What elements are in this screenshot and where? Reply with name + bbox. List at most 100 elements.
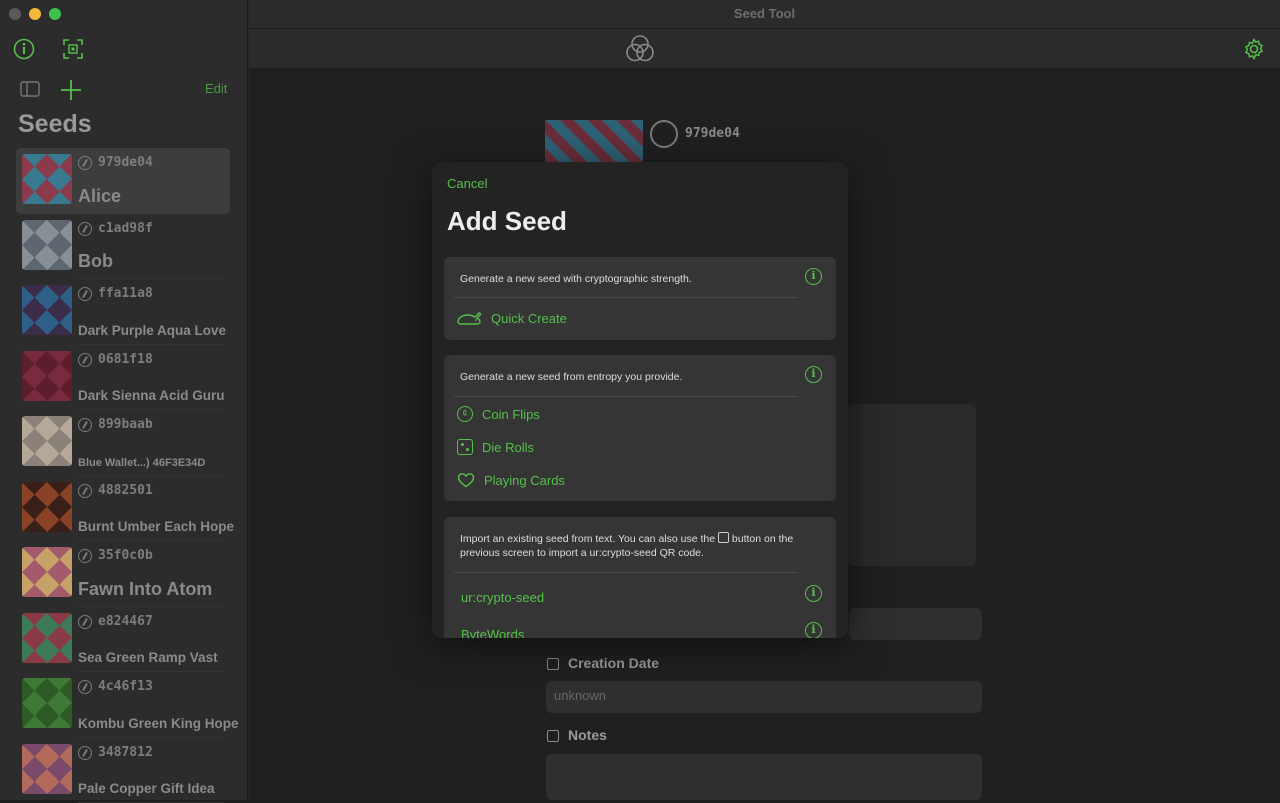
- seed-list-item[interactable]: 3487812 Pale Copper Gift Idea: [16, 738, 230, 803]
- seed-thumbnail: [22, 678, 72, 728]
- seed-list-item[interactable]: 4882501Burnt Umber Each Hope: [16, 476, 230, 542]
- divider: [454, 572, 798, 573]
- detail-panel: [848, 404, 976, 566]
- coin-icon: ¢: [457, 406, 473, 422]
- seed-id: e824467: [98, 614, 153, 629]
- seed-thumbnail: [22, 547, 72, 597]
- seed-id: ffa11a8: [98, 286, 153, 301]
- add-seed-sheet: Cancel Add Seed Generate a new seed with…: [432, 162, 848, 638]
- settings-gear-icon[interactable]: [1243, 38, 1265, 60]
- playing-cards-button[interactable]: Playing Cards: [457, 472, 565, 488]
- quick-create-card: Generate a new seed with cryptographic s…: [444, 257, 836, 340]
- close-window-button[interactable]: [9, 8, 21, 20]
- bytewords-button[interactable]: ByteWords: [461, 627, 524, 638]
- add-seed-icon[interactable]: [60, 79, 82, 101]
- quick-create-label: Quick Create: [491, 311, 567, 326]
- playing-cards-label: Playing Cards: [484, 473, 565, 488]
- seed-list-item[interactable]: 35f0c0bFawn Into Atom: [16, 541, 230, 607]
- seed-type-icon: [78, 353, 92, 367]
- card-description: Generate a new seed with cryptographic s…: [460, 272, 692, 286]
- coin-flips-button[interactable]: ¢ Coin Flips: [457, 406, 540, 422]
- seed-thumbnail: [22, 285, 72, 335]
- seed-id: 979de04: [98, 155, 153, 170]
- entropy-card: Generate a new seed from entropy you pro…: [444, 355, 836, 501]
- notes-label: Notes: [568, 727, 607, 743]
- seed-list-item[interactable]: c1ad98f Bob: [16, 214, 230, 280]
- seed-type-icon: [78, 615, 92, 629]
- seed-type-icon: [78, 484, 92, 498]
- seed-list-item[interactable]: 0681f18 Dark Sienna Acid Guru: [16, 345, 230, 411]
- ur-crypto-seed-button[interactable]: ur:crypto-seed: [461, 590, 544, 605]
- seed-thumbnail: [22, 154, 72, 204]
- seed-type-icon: [78, 287, 92, 301]
- seed-id: c1ad98f: [98, 221, 153, 236]
- seed-id: 4882501: [98, 483, 153, 498]
- seed-type-icon: [78, 222, 92, 236]
- bytewords-label: ByteWords: [461, 627, 524, 638]
- creation-date-field[interactable]: unknown: [546, 681, 982, 713]
- info-icon[interactable]: [13, 38, 35, 60]
- calendar-icon: [547, 658, 559, 670]
- card-description: Generate a new seed from entropy you pro…: [460, 370, 682, 384]
- seed-id: 35f0c0b: [98, 548, 153, 563]
- seed-name: Burnt Umber Each Hope: [78, 519, 234, 534]
- heart-icon: [457, 472, 475, 488]
- detail-field: [849, 608, 982, 640]
- seed-thumbnail: [22, 416, 72, 466]
- zoom-window-button[interactable]: [49, 8, 61, 20]
- seed-list: 979de04 Alice c1ad98f Bob ffa11a8Dark Purple…: [16, 148, 230, 803]
- seed-type-icon: [78, 746, 92, 760]
- quick-create-button[interactable]: Quick Create: [456, 309, 567, 327]
- info-icon[interactable]: i: [805, 366, 822, 383]
- coin-flips-label: Coin Flips: [482, 407, 540, 422]
- seed-id: 3487812: [98, 745, 153, 760]
- seed-list-item[interactable]: 4c46f13Kombu Green King Hope: [16, 672, 230, 738]
- info-icon[interactable]: i: [805, 585, 822, 602]
- card-description: Import an existing seed from text. You c…: [460, 532, 800, 560]
- seed-name: Blue Wallet...) 46F3E34D: [78, 457, 205, 469]
- die-rolls-button[interactable]: Die Rolls: [457, 439, 534, 455]
- seed-thumbnail: [22, 220, 72, 270]
- cancel-button[interactable]: Cancel: [447, 176, 487, 191]
- notes-icon: [547, 730, 559, 742]
- seed-name: Bob: [78, 251, 113, 272]
- scan-qr-icon[interactable]: [62, 38, 84, 60]
- app-logo-icon: [624, 33, 656, 65]
- import-description-start: Import an existing seed from text. You c…: [460, 533, 718, 545]
- seed-type-icon: [78, 156, 92, 170]
- toolbar: [249, 29, 1280, 68]
- scan-qr-icon: [718, 532, 729, 543]
- seed-type-icon: [650, 120, 678, 148]
- sidebar: Edit Seeds 979de04Alicec1ad98fBobffa11a8…: [0, 0, 248, 800]
- seed-id: 4c46f13: [98, 679, 153, 694]
- die-icon: [457, 439, 473, 455]
- info-icon[interactable]: i: [805, 622, 822, 638]
- sidebar-toggle-icon[interactable]: [20, 81, 40, 97]
- import-card: Import an existing seed from text. You c…: [444, 517, 836, 638]
- seed-detail-id: 979de04: [685, 126, 740, 141]
- seed-list-item[interactable]: 979de04 Alice: [16, 148, 230, 214]
- seed-name: Kombu Green King Hope: [78, 716, 239, 731]
- info-icon[interactable]: i: [805, 268, 822, 285]
- seed-name: Pale Copper Gift Idea: [78, 781, 215, 796]
- edit-button[interactable]: Edit: [205, 81, 227, 96]
- die-rolls-label: Die Rolls: [482, 440, 534, 455]
- seed-id: 0681f18: [98, 352, 153, 367]
- creation-date-value: unknown: [554, 688, 606, 703]
- seed-detail-thumbnail: [545, 120, 643, 162]
- window-title: Seed Tool: [249, 6, 1280, 21]
- divider: [454, 297, 798, 298]
- seed-type-icon: [78, 549, 92, 563]
- app-window: Edit Seeds 979de04Alicec1ad98fBobffa11a8…: [0, 0, 1280, 800]
- seed-list-item[interactable]: ffa11a8Dark Purple Aqua Love: [16, 279, 230, 345]
- seed-list-item[interactable]: 899baabBlue Wallet...) 46F3E34D: [16, 410, 230, 476]
- seed-name: Alice: [78, 186, 121, 207]
- rabbit-icon: [456, 309, 482, 327]
- sheet-title: Add Seed: [447, 206, 567, 237]
- notes-field[interactable]: [546, 754, 982, 800]
- seed-name: Sea Green Ramp Vast: [78, 650, 218, 665]
- minimize-window-button[interactable]: [29, 8, 41, 20]
- seed-name: Dark Sienna Acid Guru: [78, 388, 225, 403]
- seed-thumbnail: [22, 482, 72, 532]
- seed-list-item[interactable]: e824467 Sea Green Ramp Vast: [16, 607, 230, 673]
